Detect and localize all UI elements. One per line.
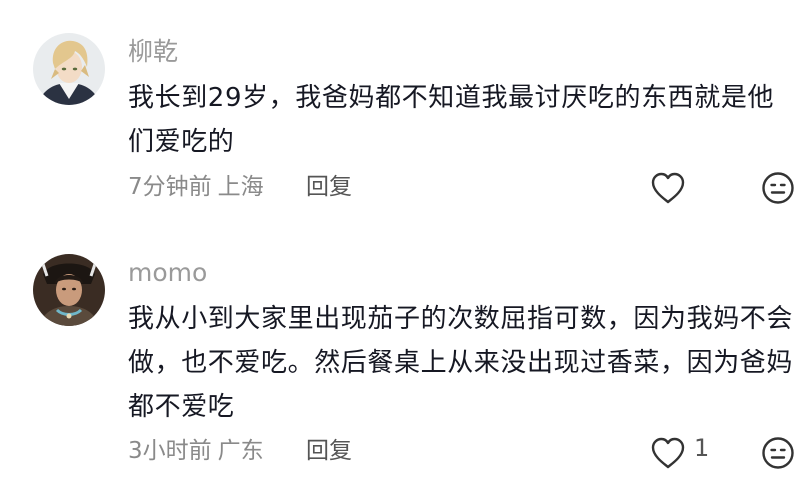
comment-username[interactable]: momo: [128, 258, 207, 288]
comment-item: momo 我从小到大家里出现茄子的次数屈指可数，因为我妈不会做，也不爱吃。然后餐…: [0, 240, 811, 481]
comment-location: 广东: [217, 438, 264, 464]
dislike-button[interactable]: [761, 436, 795, 470]
meh-face-icon: [762, 172, 794, 204]
anime-boy-avatar-image: [33, 33, 105, 105]
comment-meta: 7分钟前 上海: [128, 172, 264, 202]
avatar[interactable]: [33, 33, 105, 105]
comment-text: 我从小到大家里出现茄子的次数屈指可数，因为我妈不会做，也不爱吃。然后餐桌上从来没…: [128, 304, 794, 422]
comment-time: 7分钟前: [128, 174, 212, 200]
heart-outline-icon: [651, 437, 685, 469]
heart-outline-icon: [651, 172, 685, 204]
comment-meta: 3小时前 广东: [128, 436, 264, 466]
dislike-button[interactable]: [761, 171, 795, 205]
like-button[interactable]: [650, 171, 686, 205]
comment-location: 上海: [217, 174, 264, 200]
avatar[interactable]: [33, 254, 105, 326]
like-button[interactable]: [650, 436, 686, 470]
comment-time: 3小时前: [128, 438, 212, 464]
portrait-avatar-image: [33, 254, 105, 326]
reply-button[interactable]: 回复: [306, 172, 352, 202]
reply-button[interactable]: 回复: [306, 436, 352, 466]
comment-text: 我长到29岁，我爸妈都不知道我最讨厌吃的东西就是他们爱吃的: [128, 83, 775, 157]
like-count: 1: [694, 434, 710, 462]
comment-username[interactable]: 柳乾: [128, 37, 178, 67]
comment-item: 柳乾 我长到29岁，我爸妈都不知道我最讨厌吃的东西就是他们爱吃的 7分钟前 上海 …: [0, 0, 811, 240]
meh-face-icon: [762, 437, 794, 469]
